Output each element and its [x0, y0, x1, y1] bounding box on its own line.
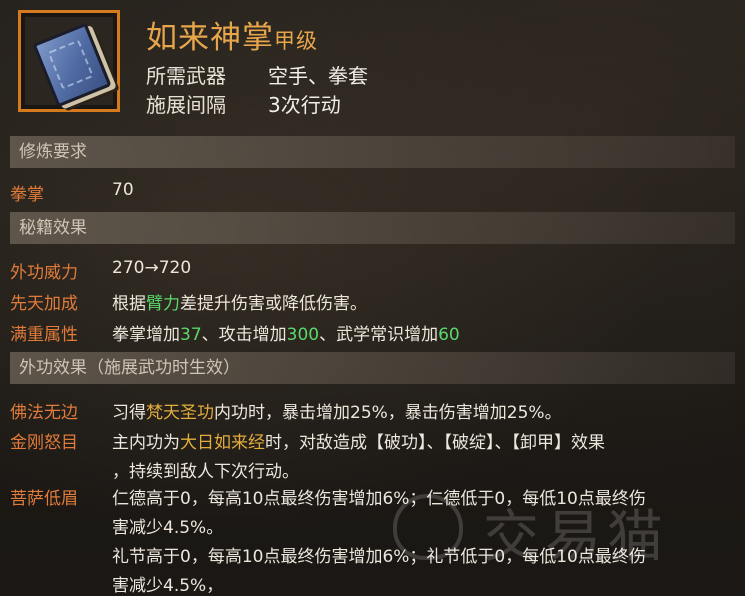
power-value: 270→720	[112, 258, 192, 278]
full-value-2: 300	[286, 325, 320, 345]
external-2-highlight: 大日如来经	[180, 433, 265, 453]
weapon-row: 所需武器 空手、拳套	[146, 60, 368, 89]
external-2-pre: 主内功为	[112, 433, 180, 453]
interval-label: 施展间隔	[146, 93, 226, 117]
skill-grade: 甲级	[274, 29, 318, 53]
skill-title: 如来神掌甲级	[146, 12, 318, 57]
innate-text-post: 差提升伤害或降低伤害。	[180, 294, 367, 314]
blue-book-icon	[32, 22, 112, 108]
external-1-value: 习得梵天圣功内功时，暴击增加25%，暴击伤害增加25%。	[112, 398, 562, 423]
skill-name: 如来神掌	[146, 20, 274, 56]
innate-text-pre: 根据	[112, 294, 146, 314]
innate-highlight: 臂力	[146, 294, 180, 314]
external-1-label: 佛法无边	[10, 403, 78, 423]
cat-logo-icon	[393, 494, 463, 560]
full-text-2: 、攻击增加	[201, 325, 287, 345]
section-effects: 秘籍效果	[10, 212, 735, 244]
section-training: 修炼要求	[10, 136, 735, 168]
external-2-post: 时，对敌造成【破功】、【破绽】、【卸甲】效果	[265, 433, 605, 453]
full-text-3: 、武学常识增加	[319, 325, 439, 345]
full-text-1: 拳掌增加	[112, 325, 180, 345]
watermark-text: 交易猫	[483, 505, 669, 570]
section-external: 外功效果（施展武功时生效）	[10, 352, 735, 384]
training-value: 70	[112, 180, 134, 200]
weapon-value: 空手、拳套	[268, 64, 368, 88]
watermark: 交易猫	[393, 488, 733, 570]
external-1-post: 内功时，暴击增加25%，暴击伤害增加25%。	[214, 403, 562, 423]
full-value-1: 37	[180, 325, 202, 345]
external-2-value: 主内功为大日如来经时，对敌造成【破功】、【破绽】、【卸甲】效果 ，持续到敌人下次…	[112, 428, 605, 482]
external-3-label: 菩萨低眉	[10, 489, 78, 509]
power-label: 外功威力	[10, 263, 78, 283]
innate-value: 根据臂力差提升伤害或降低伤害。	[112, 289, 367, 314]
innate-label: 先天加成	[10, 294, 78, 314]
external-1-pre: 习得	[112, 403, 146, 423]
external-1-highlight: 梵天圣功	[146, 403, 214, 423]
full-weight-label: 满重属性	[10, 325, 78, 345]
training-label: 拳掌	[10, 185, 44, 205]
full-value-3: 60	[438, 325, 460, 345]
external-2-label: 金刚怒目	[10, 433, 78, 453]
weapon-label: 所需武器	[146, 64, 226, 88]
skill-icon-frame[interactable]	[18, 10, 120, 112]
external-2-line2: ，持续到敌人下次行动。	[112, 462, 299, 482]
external-3-line4: 害减少4.5%，	[112, 576, 224, 596]
full-weight-value: 拳掌增加37、攻击增加300、武学常识增加60	[112, 320, 460, 345]
interval-value: 3次行动	[268, 93, 341, 117]
interval-row: 施展间隔 3次行动	[146, 89, 341, 118]
